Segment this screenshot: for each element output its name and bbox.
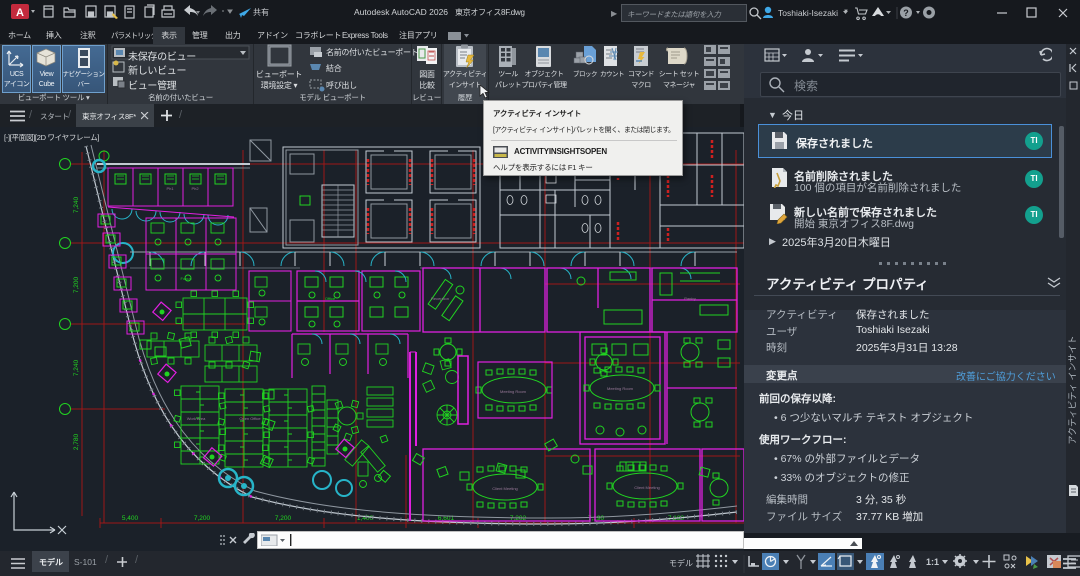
- svg-text:Ph1: Ph1: [166, 186, 174, 191]
- svg-text:Focus: Focus: [181, 276, 192, 281]
- svg-text:Work Area: Work Area: [187, 416, 206, 421]
- svg-text:Ph2: Ph2: [191, 186, 199, 191]
- svg-text:Meeting Room: Meeting Room: [607, 386, 634, 391]
- svg-text:Meeting Room: Meeting Room: [500, 389, 527, 394]
- svg-text:[-][平面図][2D ワイヤフレーム]: [-][平面図][2D ワイヤフレーム]: [4, 133, 99, 142]
- svg-text:?: ?: [903, 8, 909, 18]
- svg-text:Client Meeting: Client Meeting: [634, 485, 660, 490]
- svg-text:共有: 共有: [253, 7, 269, 17]
- svg-text:Reception: Reception: [431, 296, 449, 301]
- svg-text:7,200: 7,200: [275, 515, 292, 522]
- svg-text:Pantry: Pantry: [684, 296, 696, 301]
- svg-text:7,240: 7,240: [73, 359, 80, 376]
- svg-text:7,200: 7,200: [73, 276, 80, 293]
- svg-text:Open Office: Open Office: [239, 416, 261, 421]
- svg-text:A: A: [16, 7, 24, 19]
- svg-text:1:1: 1:1: [926, 557, 939, 567]
- svg-text:7,200: 7,200: [194, 515, 211, 522]
- svg-text:7,240: 7,240: [73, 196, 80, 213]
- svg-text:Office: Office: [325, 296, 336, 301]
- svg-text:5,400: 5,400: [122, 515, 139, 522]
- svg-text:2,780: 2,780: [73, 433, 80, 450]
- svg-text:Client Meeting: Client Meeting: [492, 486, 518, 491]
